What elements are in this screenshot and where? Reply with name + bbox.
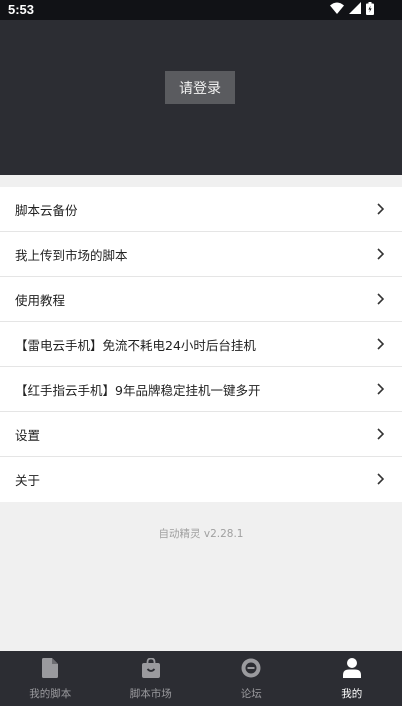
tab-label: 我的脚本 <box>29 688 72 700</box>
menu-item-tutorial[interactable]: 使用教程 <box>0 277 402 322</box>
chevron-right-icon <box>377 248 385 263</box>
tab-my-scripts[interactable]: 我的脚本 <box>0 651 101 706</box>
bottom-tab-bar: 我的脚本 脚本市场 论坛 我的 <box>0 651 402 706</box>
tab-label: 我的 <box>341 688 363 700</box>
document-icon <box>42 658 59 678</box>
menu-item-about[interactable]: 关于 <box>0 457 402 502</box>
person-icon <box>342 658 361 678</box>
menu-item-label: 关于 <box>15 473 41 488</box>
menu-item-redfinger-cloud-phone[interactable]: 【红手指云手机】9年品牌稳定挂机一键多开 <box>0 367 402 412</box>
menu-item-label: 使用教程 <box>15 292 66 308</box>
menu-item-label: 脚本云备份 <box>15 202 78 218</box>
chevron-right-icon <box>377 383 385 398</box>
chevron-right-icon <box>377 203 385 218</box>
menu-item-label: 我上传到市场的脚本 <box>15 247 128 263</box>
menu-item-label: 设置 <box>15 427 41 443</box>
tab-script-market[interactable]: 脚本市场 <box>101 651 202 706</box>
signal-icon <box>349 2 361 18</box>
chevron-right-icon <box>377 473 385 488</box>
menu-item-label: 【雷电云手机】免流不耗电24小时后台挂机 <box>15 337 256 353</box>
tab-label: 脚本市场 <box>129 688 172 700</box>
chevron-right-icon <box>377 428 385 443</box>
tab-me[interactable]: 我的 <box>302 651 402 706</box>
menu-item-my-uploaded-scripts[interactable]: 我上传到市场的脚本 <box>0 232 402 277</box>
status-bar: 5:53 <box>0 0 402 20</box>
menu-item-settings[interactable]: 设置 <box>0 412 402 457</box>
status-time: 5:53 <box>8 2 35 17</box>
profile-header: 请登录 <box>0 20 402 175</box>
login-button[interactable]: 请登录 <box>165 71 235 104</box>
tab-label: 论坛 <box>240 688 262 700</box>
shopping-bag-icon <box>141 658 160 678</box>
menu-item-label: 【红手指云手机】9年品牌稳定挂机一键多开 <box>15 382 261 398</box>
battery-icon <box>366 1 374 19</box>
settings-menu: 脚本云备份 我上传到市场的脚本 使用教程 【雷电云手机】免流不耗电24小时后台挂… <box>0 187 402 502</box>
status-icons <box>330 1 374 19</box>
menu-item-leidian-cloud-phone[interactable]: 【雷电云手机】免流不耗电24小时后台挂机 <box>0 322 402 367</box>
chevron-right-icon <box>377 338 385 353</box>
app-version: 自动精灵 v2.28.1 <box>158 528 244 540</box>
wifi-icon <box>330 2 344 18</box>
chevron-right-icon <box>377 293 385 308</box>
forum-icon <box>241 658 261 678</box>
tab-forum[interactable]: 论坛 <box>201 651 302 706</box>
menu-item-cloud-backup[interactable]: 脚本云备份 <box>0 187 402 232</box>
